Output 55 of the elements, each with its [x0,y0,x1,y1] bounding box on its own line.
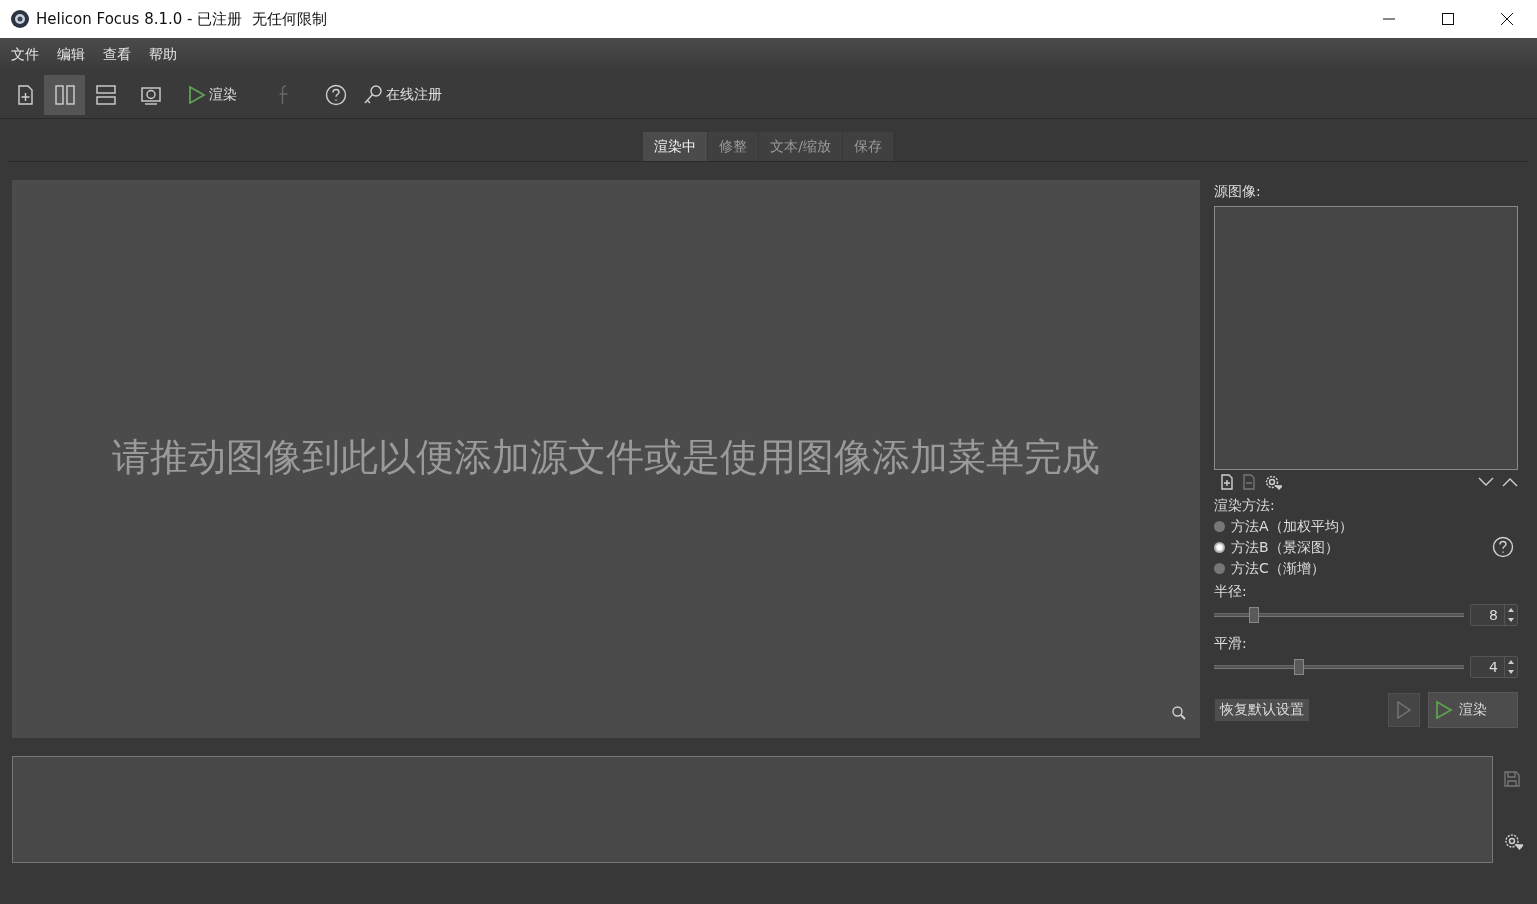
tab[interactable]: 修整 [708,132,759,161]
menu-item[interactable]: 文件 [2,43,48,67]
spin-up-icon[interactable] [1508,660,1514,664]
camera-icon [140,84,162,106]
play-icon [1435,700,1453,720]
rows-icon [94,84,117,106]
app-logo-icon [10,9,30,29]
facebook-icon [277,84,291,106]
window-title: Helicon Focus 8.1.0 - 已注册 无任何限制 [36,9,327,29]
radio-button[interactable] [1214,521,1225,532]
render-method-label: 渲染方法: [1214,496,1276,515]
radio-label[interactable]: 方法B（景深图） [1231,538,1339,557]
register-online-button[interactable]: 在线注册 [355,75,450,115]
slider-label: 半径: [1214,582,1248,601]
menu-item[interactable]: 编辑 [48,43,94,67]
save-icon[interactable] [1503,770,1521,788]
remove-file-icon[interactable] [1242,474,1256,490]
add-file-icon[interactable] [1220,474,1234,490]
columns-icon [53,84,76,106]
radio-label[interactable]: 方法A（加权平均） [1231,517,1353,536]
tab[interactable]: 文本/缩放 [759,132,842,161]
chevron-down-icon[interactable] [1478,477,1494,487]
maximize-icon [1441,13,1454,25]
chevron-up-icon[interactable] [1502,477,1518,487]
menu-item[interactable]: 帮助 [140,43,186,67]
gear-icon[interactable] [1503,832,1523,850]
slider-thumb[interactable] [1249,607,1259,623]
source-images-label: 源图像: [1214,182,1262,201]
magnifier-icon[interactable] [1172,706,1186,720]
render-button[interactable]: 渲染 [1428,692,1518,728]
play-icon [188,85,206,105]
play-icon [1396,700,1412,720]
spin-down-icon[interactable] [1508,670,1514,674]
menu-item[interactable]: 查看 [94,43,140,67]
tab[interactable]: 渲染中 [643,132,708,161]
help-icon [325,84,347,106]
restore-defaults-button[interactable]: 恢复默认设置 [1214,698,1310,722]
radio-button[interactable] [1214,542,1225,553]
radio-label[interactable]: 方法C（渐增） [1231,559,1325,578]
tab[interactable]: 保存 [842,132,893,161]
help-icon[interactable] [1492,536,1514,558]
render-button[interactable]: 渲染 [180,75,245,115]
side-by-side-view-button[interactable] [44,75,85,115]
number-field[interactable]: 4 [1470,656,1518,678]
key-icon [363,84,383,106]
drop-hint-text: 请推动图像到此以便添加源文件或是使用图像添加菜单完成 [112,433,1100,481]
close-icon [1500,13,1513,25]
slider-label: 平滑: [1214,634,1248,653]
spin-down-icon[interactable] [1508,618,1514,622]
number-field[interactable]: 8 [1470,604,1518,626]
gear-icon[interactable] [1264,474,1282,490]
slider-thumb[interactable] [1294,659,1304,675]
minimize-icon [1382,18,1395,20]
spin-up-icon[interactable] [1508,608,1514,612]
radio-button[interactable] [1214,563,1225,574]
